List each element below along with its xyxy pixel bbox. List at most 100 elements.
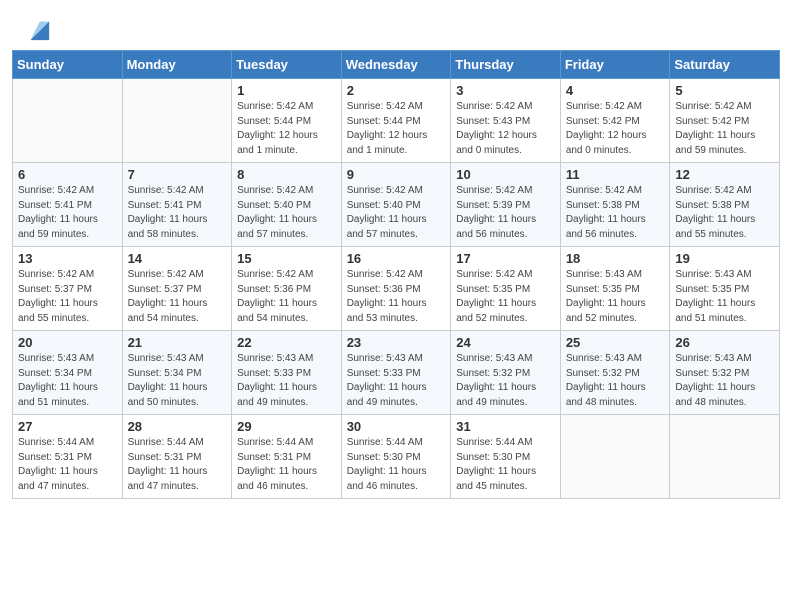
day-header-monday: Monday [122,51,232,79]
day-info: Sunrise: 5:43 AMSunset: 5:32 PMDaylight:… [566,352,665,410]
day-number: 8 [237,167,336,182]
day-info: Sunrise: 5:42 AMSunset: 5:37 PMDaylight:… [128,268,227,326]
week-row-4: 20 Sunrise: 5:43 AMSunset: 5:34 PMDayligh… [13,331,780,415]
day-header-thursday: Thursday [451,51,561,79]
day-info: Sunrise: 5:42 AMSunset: 5:41 PMDaylight:… [128,184,227,242]
day-number: 21 [128,335,227,350]
day-cell: 2Sunrise: 5:42 AMSunset: 5:44 PMDaylight… [341,79,451,163]
day-cell: 17Sunrise: 5:42 AMSunset: 5:35 PMDayligh… [451,247,561,331]
day-number: 28 [128,419,227,434]
day-number: 31 [456,419,555,434]
week-row-1: 1 Sunrise: 5:42 AMSunset: 5:44 PMDaylight… [13,79,780,163]
logo-icon [23,14,51,42]
day-cell: 29Sunrise: 5:44 AMSunset: 5:31 PMDayligh… [232,415,342,499]
day-cell: 3 Sunrise: 5:42 AMSunset: 5:43 PMDaylight… [451,79,561,163]
day-cell: 21Sunrise: 5:43 AMSunset: 5:34 PMDayligh… [122,331,232,415]
day-info: Sunrise: 5:43 AMSunset: 5:35 PMDaylight:… [566,268,665,326]
day-cell [560,415,670,499]
day-cell: 6 Sunrise: 5:42 AMSunset: 5:41 PMDaylight… [13,163,123,247]
day-info: Sunrise: 5:42 AMSunset: 5:42 PMDaylight:… [566,100,665,158]
day-info: Sunrise: 5:44 AMSunset: 5:31 PMDaylight:… [237,436,336,494]
day-header-sunday: Sunday [13,51,123,79]
day-cell: 19 Sunrise: 5:43 AMSunset: 5:35 PMDayligh… [670,247,780,331]
day-info: Sunrise: 5:43 AMSunset: 5:33 PMDaylight:… [237,352,336,410]
day-cell: 1 Sunrise: 5:42 AMSunset: 5:44 PMDaylight… [232,79,342,163]
day-info: Sunrise: 5:42 AMSunset: 5:43 PMDaylight:… [456,100,555,158]
day-info: Sunrise: 5:42 AMSunset: 5:37 PMDaylight:… [18,268,117,326]
page-header [0,0,792,50]
week-row-2: 6 Sunrise: 5:42 AMSunset: 5:41 PMDaylight… [13,163,780,247]
day-cell: 27Sunrise: 5:44 AMSunset: 5:31 PMDayligh… [13,415,123,499]
day-cell: 5 Sunrise: 5:42 AMSunset: 5:42 PMDaylight… [670,79,780,163]
day-info: Sunrise: 5:42 AMSunset: 5:44 PMDaylight:… [237,100,336,158]
day-cell: 26 Sunrise: 5:43 AMSunset: 5:32 PMDayligh… [670,331,780,415]
day-cell: 16 Sunrise: 5:42 AMSunset: 5:36 PMDayligh… [341,247,451,331]
day-number: 2 [347,83,446,98]
day-number: 14 [128,251,227,266]
day-cell: 28 Sunrise: 5:44 AMSunset: 5:31 PMDayligh… [122,415,232,499]
day-info: Sunrise: 5:43 AMSunset: 5:32 PMDaylight:… [456,352,555,410]
day-info: Sunrise: 5:43 AMSunset: 5:32 PMDaylight:… [675,352,774,410]
day-info: Sunrise: 5:42 AMSunset: 5:42 PMDaylight:… [675,100,774,158]
day-info: Sunrise: 5:43 AMSunset: 5:35 PMDaylight:… [675,268,774,326]
day-cell: 8 Sunrise: 5:42 AMSunset: 5:40 PMDaylight… [232,163,342,247]
week-row-5: 27Sunrise: 5:44 AMSunset: 5:31 PMDayligh… [13,415,780,499]
day-info: Sunrise: 5:42 AMSunset: 5:40 PMDaylight:… [347,184,446,242]
day-number: 1 [237,83,336,98]
logo [20,14,51,42]
day-cell: 14 Sunrise: 5:42 AMSunset: 5:37 PMDayligh… [122,247,232,331]
day-cell [13,79,123,163]
day-info: Sunrise: 5:42 AMSunset: 5:36 PMDaylight:… [347,268,446,326]
day-number: 6 [18,167,117,182]
day-number: 20 [18,335,117,350]
day-number: 16 [347,251,446,266]
day-number: 4 [566,83,665,98]
day-info: Sunrise: 5:42 AMSunset: 5:36 PMDaylight:… [237,268,336,326]
day-cell: 20 Sunrise: 5:43 AMSunset: 5:34 PMDayligh… [13,331,123,415]
calendar-body: 1 Sunrise: 5:42 AMSunset: 5:44 PMDaylight… [13,79,780,499]
day-number: 26 [675,335,774,350]
day-header-tuesday: Tuesday [232,51,342,79]
day-cell: 12 Sunrise: 5:42 AMSunset: 5:38 PMDayligh… [670,163,780,247]
day-number: 30 [347,419,446,434]
day-info: Sunrise: 5:42 AMSunset: 5:41 PMDaylight:… [18,184,117,242]
day-cell: 30 Sunrise: 5:44 AMSunset: 5:30 PMDayligh… [341,415,451,499]
day-number: 19 [675,251,774,266]
day-number: 5 [675,83,774,98]
day-number: 9 [347,167,446,182]
day-number: 17 [456,251,555,266]
day-number: 12 [675,167,774,182]
day-cell: 13Sunrise: 5:42 AMSunset: 5:37 PMDayligh… [13,247,123,331]
day-info: Sunrise: 5:42 AMSunset: 5:38 PMDaylight:… [566,184,665,242]
day-cell: 31 Sunrise: 5:44 AMSunset: 5:30 PMDayligh… [451,415,561,499]
day-info: Sunrise: 5:43 AMSunset: 5:34 PMDaylight:… [18,352,117,410]
day-info: Sunrise: 5:44 AMSunset: 5:31 PMDaylight:… [18,436,117,494]
day-cell [122,79,232,163]
day-cell: 7Sunrise: 5:42 AMSunset: 5:41 PMDaylight… [122,163,232,247]
day-cell: 9 Sunrise: 5:42 AMSunset: 5:40 PMDaylight… [341,163,451,247]
day-number: 3 [456,83,555,98]
day-info: Sunrise: 5:44 AMSunset: 5:30 PMDaylight:… [347,436,446,494]
day-cell: 18 Sunrise: 5:43 AMSunset: 5:35 PMDayligh… [560,247,670,331]
calendar-table: SundayMondayTuesdayWednesdayThursdayFrid… [12,50,780,499]
day-cell [670,415,780,499]
day-info: Sunrise: 5:44 AMSunset: 5:30 PMDaylight:… [456,436,555,494]
day-cell: 25Sunrise: 5:43 AMSunset: 5:32 PMDayligh… [560,331,670,415]
day-info: Sunrise: 5:43 AMSunset: 5:33 PMDaylight:… [347,352,446,410]
calendar-wrapper: SundayMondayTuesdayWednesdayThursdayFrid… [0,50,792,511]
day-number: 10 [456,167,555,182]
day-number: 15 [237,251,336,266]
day-cell: 24 Sunrise: 5:43 AMSunset: 5:32 PMDayligh… [451,331,561,415]
day-cell: 4 Sunrise: 5:42 AMSunset: 5:42 PMDaylight… [560,79,670,163]
day-number: 18 [566,251,665,266]
day-header-wednesday: Wednesday [341,51,451,79]
day-header-friday: Friday [560,51,670,79]
day-number: 23 [347,335,446,350]
calendar-header: SundayMondayTuesdayWednesdayThursdayFrid… [13,51,780,79]
day-cell: 22Sunrise: 5:43 AMSunset: 5:33 PMDayligh… [232,331,342,415]
day-info: Sunrise: 5:44 AMSunset: 5:31 PMDaylight:… [128,436,227,494]
day-info: Sunrise: 5:42 AMSunset: 5:40 PMDaylight:… [237,184,336,242]
day-number: 24 [456,335,555,350]
day-info: Sunrise: 5:42 AMSunset: 5:38 PMDaylight:… [675,184,774,242]
day-cell: 15 Sunrise: 5:42 AMSunset: 5:36 PMDayligh… [232,247,342,331]
